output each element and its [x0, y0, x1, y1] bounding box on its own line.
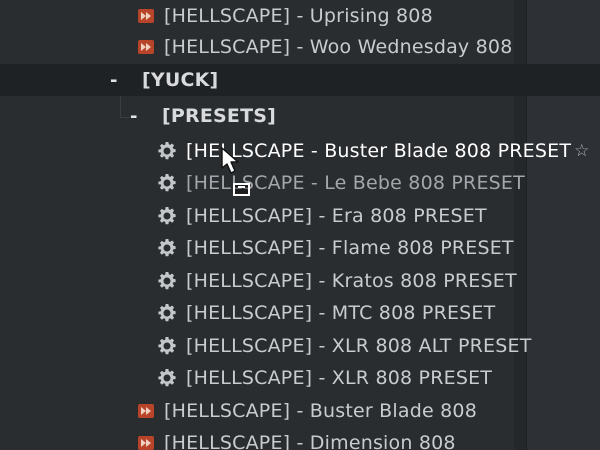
gear-icon	[158, 239, 176, 257]
folder-label: [PRESETS]	[162, 105, 277, 127]
drag-indicator-icon	[233, 183, 250, 196]
gear-icon	[158, 272, 176, 290]
folder-label: [YUCK]	[142, 69, 219, 91]
browser-item-label: [HELLSCAPE] - XLR 808 PRESET	[186, 367, 493, 389]
browser-item-preset[interactable]: [HELLSCAPE] - XLR 808 ALT PRESET	[0, 330, 600, 362]
browser-item-preset[interactable]: [HELLSCAPE] - MTC 808 PRESET	[0, 297, 600, 329]
browser-item-sample[interactable]: [HELLSCAPE] - Uprising 808	[0, 0, 600, 32]
plugin-browser: [HELLSCAPE] - Uprising 808 [HELLSCAPE] -…	[0, 0, 600, 450]
browser-item-preset[interactable]: [HELLSCAPE] - XLR 808 PRESET	[0, 362, 600, 394]
gear-icon	[158, 337, 176, 355]
browser-item-preset[interactable]: [HELLSCAPE] - Era 808 PRESET	[0, 200, 600, 232]
browser-item-preset[interactable]: [HELLSCAPE] - Flame 808 PRESET	[0, 232, 600, 264]
sample-icon	[138, 9, 154, 23]
star-icon[interactable]: ☆	[574, 141, 589, 161]
gear-icon	[158, 207, 176, 225]
gear-icon	[158, 304, 176, 322]
browser-item-preset[interactable]: [HELLSCAPE - Buster Blade 808 PRESET ☆	[0, 135, 600, 167]
collapse-toggle[interactable]: -	[130, 106, 148, 127]
browser-item-label: [HELLSCAPE] - Flame 808 PRESET	[186, 237, 514, 259]
gear-icon	[158, 142, 176, 160]
browser-item-label: [HELLSCAPE] - Dimension 808	[164, 432, 456, 450]
hand-cursor-icon	[221, 147, 239, 174]
browser-item-label: [HELLSCAPE] - MTC 808 PRESET	[186, 302, 496, 324]
browser-folder-yuck[interactable]: - [YUCK]	[0, 64, 600, 96]
browser-item-label: [HELLSCAPE] - Uprising 808	[164, 5, 433, 27]
collapse-toggle[interactable]: -	[110, 70, 128, 91]
sample-icon	[138, 436, 154, 450]
browser-item-sample[interactable]: [HELLSCAPE] - Buster Blade 808	[0, 395, 600, 427]
browser-folder-presets[interactable]: - [PRESETS]	[0, 100, 600, 132]
browser-item-sample[interactable]: [HELLSCAPE] - Dimension 808	[0, 427, 600, 450]
browser-item-preset[interactable]: [HELLSCAPE] - Kratos 808 PRESET	[0, 265, 600, 297]
browser-item-sample[interactable]: [HELLSCAPE] - Woo Wednesday 808	[0, 31, 600, 63]
browser-item-label: [HELLSCAPE] - XLR 808 ALT PRESET	[186, 335, 532, 357]
browser-item-preset[interactable]: [HELLSCAPE - Le Bebe 808 PRESET	[0, 167, 600, 199]
browser-item-label: [HELLSCAPE] - Buster Blade 808	[164, 400, 477, 422]
browser-item-label: [HELLSCAPE] - Era 808 PRESET	[186, 205, 487, 227]
sample-icon	[138, 404, 154, 418]
browser-item-label: [HELLSCAPE] - Woo Wednesday 808	[164, 36, 513, 58]
gear-icon	[158, 174, 176, 192]
browser-item-label: [HELLSCAPE] - Kratos 808 PRESET	[186, 270, 517, 292]
gear-icon	[158, 369, 176, 387]
sample-icon	[138, 40, 154, 54]
